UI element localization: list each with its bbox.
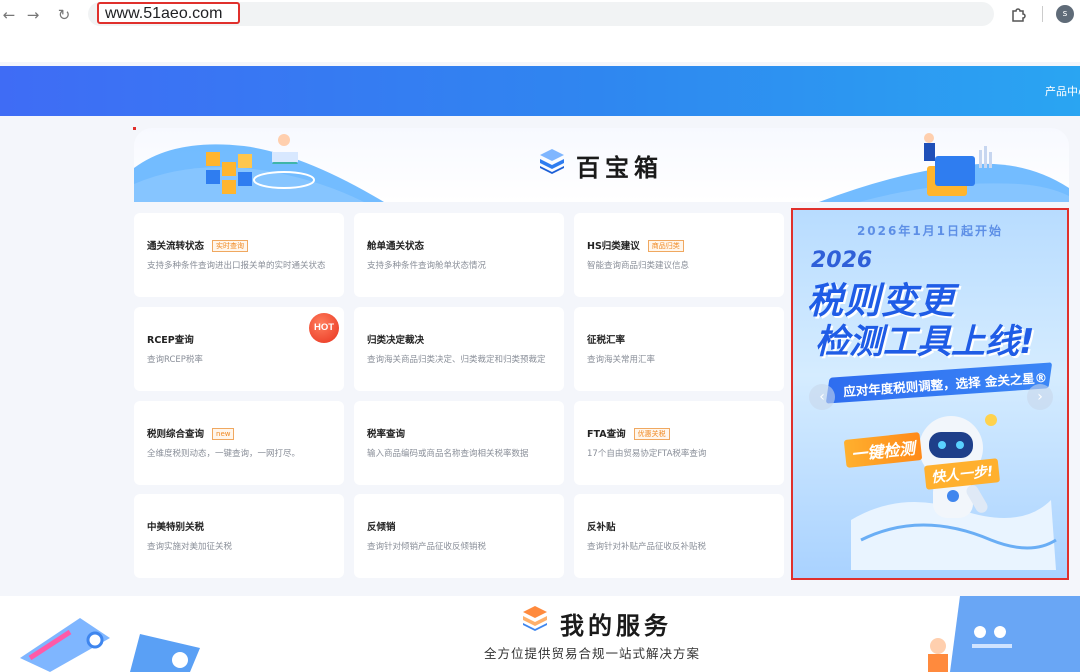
tool-card-description: 输入商品编码或商品名称查询相关税率数据 — [367, 449, 529, 459]
tool-card-description: 支持多种条件查询进出口报关单的实时通关状态 — [147, 261, 326, 271]
tool-card-description: 查询实施对美加征关税 — [147, 542, 233, 552]
tool-card[interactable]: 归类决定裁决查询海关商品归类决定、归类裁定和归类预裁定 — [354, 307, 564, 391]
tool-card[interactable]: 税则综合查询 new 全维度税则动态，一键查询，一网打尽。 — [134, 401, 344, 485]
url-highlight[interactable]: www.51aeo.com — [97, 2, 240, 24]
promo-banner[interactable]: 2026年1月1日起开始 2026 税则变更 检测工具上线! 应对年度税则调整，… — [791, 208, 1069, 580]
services-subtitle: 全方位提供贸易合规一站式解决方案 — [484, 646, 701, 661]
forward-icon[interactable]: → — [24, 6, 42, 24]
tool-card-title-text: 税率查询 — [367, 429, 406, 440]
tool-card-title-text: HS归类建议 — [587, 241, 640, 252]
tool-card-title-text: 反倾销 — [367, 522, 396, 533]
promo-headline-2: 检测工具上线! — [815, 322, 1035, 362]
tool-card-title: 反补贴 — [587, 519, 616, 533]
site-header: 产品中心 — [0, 66, 1080, 116]
tool-card-description: 查询针对倾销产品征收反倾销税 — [367, 542, 487, 552]
tool-card-tag: 实时查询 — [212, 240, 249, 252]
puzzle-icon[interactable] — [1010, 5, 1028, 23]
tool-card-description: 查询海关常用汇率 — [587, 355, 656, 365]
services-icon — [523, 606, 547, 631]
tool-card-tag: 优惠关税 — [633, 428, 670, 440]
services-illustration-right — [928, 596, 1080, 672]
promo-date-line: 2026年1月1日起开始 — [856, 224, 1004, 238]
tool-card-description: 17个自由贸易协定FTA税率查询 — [587, 449, 707, 459]
tool-card-tag: 商品归类 — [647, 240, 684, 252]
tool-card-title-text: 中美特别关税 — [147, 522, 205, 533]
tool-card-description: 全维度税则动态，一键查询，一网打尽。 — [147, 449, 301, 459]
tool-card-title-text: RCEP查询 — [147, 335, 194, 346]
tool-card-title: 反倾销 — [367, 519, 396, 533]
tool-card-title-text: FTA查询 — [587, 429, 626, 440]
toolbox-title: 百宝箱 — [576, 154, 663, 182]
tool-card-title-text: 通关流转状态 — [147, 241, 205, 252]
tool-card-title-text: 反补贴 — [587, 522, 616, 533]
tool-card[interactable]: FTA查询 优惠关税 17个自由贸易协定FTA税率查询 — [574, 401, 784, 485]
tool-card-title: 通关流转状态 实时查询 — [147, 238, 249, 252]
hot-badge: HOT — [309, 313, 339, 343]
services-title: 我的服务 — [560, 612, 672, 640]
tool-card-title: 税则综合查询 new — [147, 426, 235, 440]
tool-card-title: 中美特别关税 — [147, 519, 204, 533]
tool-card[interactable]: 中美特别关税查询实施对美加征关税 — [134, 494, 344, 578]
tool-card-title: 税率查询 — [367, 426, 405, 440]
tool-card-tag: new — [212, 428, 235, 440]
tool-card-title: RCEP查询 — [147, 332, 194, 346]
tool-card-description: 支持多种条件查询舱单状态情况 — [367, 261, 487, 271]
tool-card[interactable]: HS归类建议 商品归类智能查询商品归类建议信息 — [574, 213, 784, 297]
back-icon[interactable]: ← — [0, 6, 18, 24]
tool-card-title-text: 税则综合查询 — [147, 429, 205, 440]
toolbar-divider — [1042, 6, 1043, 22]
tool-card-description: 查询针对补贴产品征收反补贴税 — [587, 542, 707, 552]
tool-card-title: FTA查询 优惠关税 — [587, 426, 670, 440]
tool-card[interactable]: 反倾销查询针对倾销产品征收反倾销税 — [354, 494, 564, 578]
tool-card-title-text: 舱单通关状态 — [367, 241, 425, 252]
tool-card-description: 查询RCEP税率 — [147, 355, 203, 365]
robot-illustration — [851, 414, 1057, 570]
tool-card-title: 舱单通关状态 — [367, 238, 424, 252]
tool-card-title: HS归类建议 商品归类 — [587, 238, 684, 252]
tool-card[interactable]: 反补贴查询针对补贴产品征收反补贴税 — [574, 494, 784, 578]
reload-icon[interactable]: ↻ — [55, 6, 73, 24]
nav-link-products[interactable]: 产品中心 — [1045, 83, 1080, 99]
chevron-left-icon[interactable]: ‹ — [809, 384, 835, 410]
services-illustration-left — [20, 618, 200, 672]
toolbox-icon — [540, 149, 564, 174]
tool-card[interactable]: 税率查询输入商品编码或商品名称查询相关税率数据 — [354, 401, 564, 485]
tool-card-title-text: 归类决定裁决 — [367, 335, 425, 346]
tool-card-description: 智能查询商品归类建议信息 — [587, 261, 690, 271]
tool-card[interactable]: 征税汇率查询海关常用汇率 — [574, 307, 784, 391]
promo-year: 2026 — [811, 248, 873, 273]
banner-illustration-right — [819, 133, 1069, 202]
profile-avatar[interactable]: s — [1056, 5, 1074, 23]
browser-toolbar: ← → ↻ www.51aeo.com s — [0, 0, 1080, 62]
tool-card[interactable]: 舱单通关状态支持多种条件查询舱单状态情况 — [354, 213, 564, 297]
url-text: www.51aeo.com — [105, 5, 223, 22]
banner-illustration-left — [134, 134, 384, 202]
tool-card-title: 征税汇率 — [587, 332, 625, 346]
tool-card-title: 归类决定裁决 — [367, 332, 424, 346]
tool-card-description: 查询海关商品归类决定、归类裁定和归类预裁定 — [367, 355, 546, 365]
tool-card-title-text: 征税汇率 — [587, 335, 626, 346]
tool-card[interactable]: 通关流转状态 实时查询支持多种条件查询进出口报关单的实时通关状态 — [134, 213, 344, 297]
